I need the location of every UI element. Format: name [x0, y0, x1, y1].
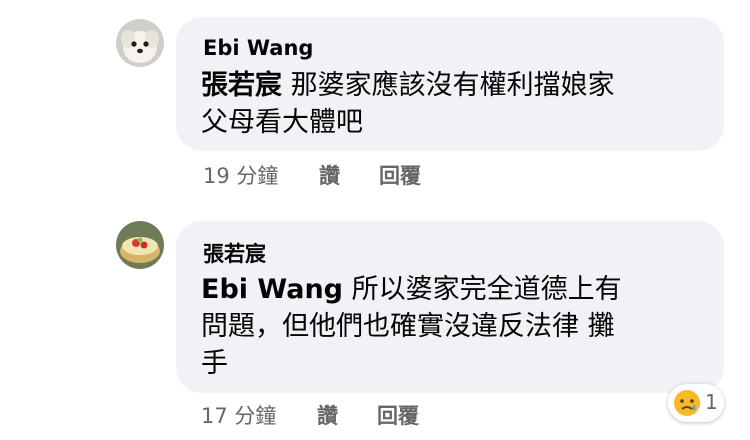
reply-button[interactable]: 回覆	[377, 400, 419, 430]
comment-text: 張若宸 那婆家應該沒有權利擋娘家	[201, 67, 615, 104]
comment-text-line: 父母看大體吧	[201, 107, 363, 138]
avatar-ebi-wang[interactable]	[116, 19, 164, 67]
like-button[interactable]: 讚	[319, 160, 340, 190]
reaction-summary[interactable]: 1	[668, 384, 724, 422]
sad-tear-emoji-icon	[674, 390, 700, 416]
mention-link[interactable]: 張若宸	[201, 70, 282, 101]
reply-button[interactable]: 回覆	[379, 160, 421, 190]
comment-author[interactable]: 張若宸	[203, 238, 266, 268]
avatar-zhang-ruochen[interactable]	[116, 221, 164, 269]
dog-avatar-icon	[116, 19, 164, 67]
cake-avatar-icon	[116, 221, 164, 269]
mention-link[interactable]: Ebi Wang	[201, 274, 343, 305]
comment-timestamp[interactable]: 17 分鐘	[201, 400, 276, 430]
comment-timestamp[interactable]: 19 分鐘	[203, 160, 278, 190]
comment-text-line: 問題，但他們也確實沒違反法律 攤	[201, 311, 615, 342]
comment-text-line: 那婆家應該沒有權利擋娘家	[282, 70, 615, 101]
reaction-count: 1	[705, 390, 718, 414]
comment-author[interactable]: Ebi Wang	[203, 36, 313, 60]
comment-text: Ebi Wang 所以婆家完全道德上有	[201, 271, 622, 308]
comment-text-line: 手	[201, 348, 228, 379]
comment-text-line: 所以婆家完全道德上有	[343, 274, 622, 305]
like-button[interactable]: 讚	[317, 400, 338, 430]
